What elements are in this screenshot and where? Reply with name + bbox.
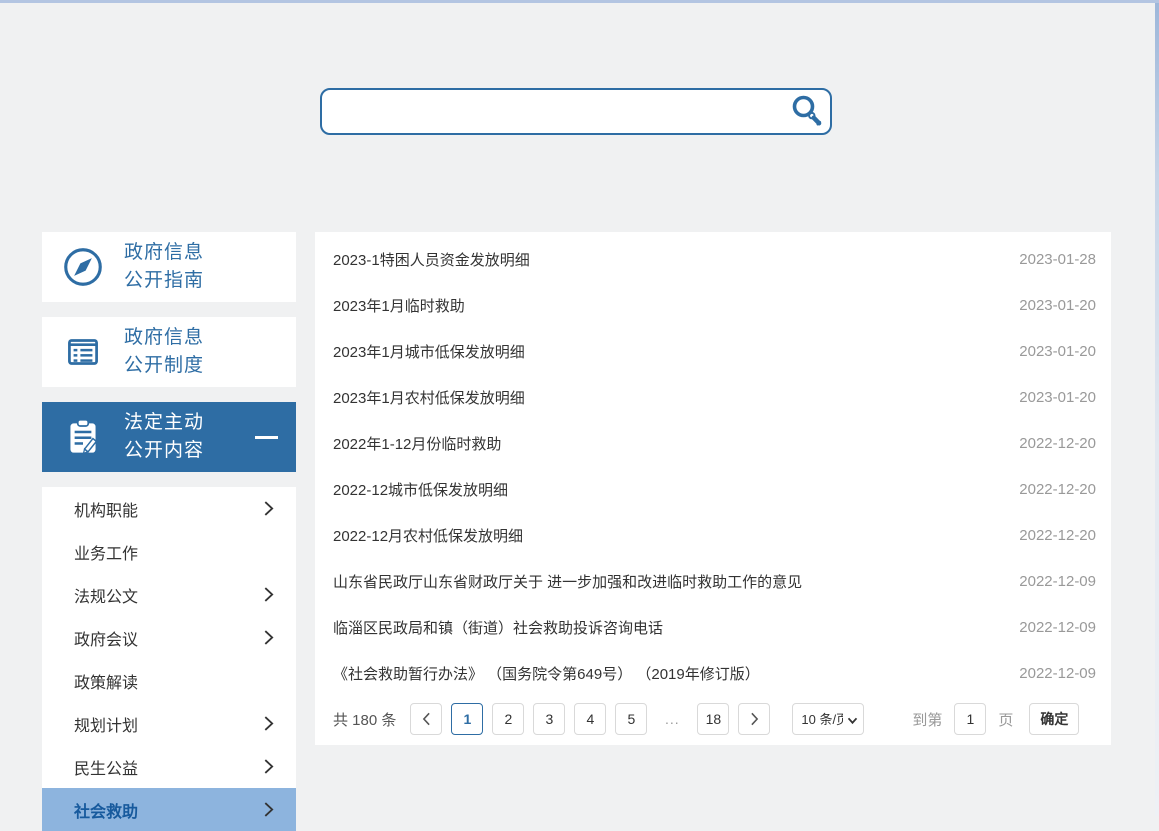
search-magnifier-key-icon — [789, 94, 825, 130]
page-right-edge-strip — [1155, 3, 1159, 816]
article-date: 2023-01-28 — [1019, 251, 1096, 268]
article-link[interactable]: 2023年1月农村低保发放明细 — [333, 387, 525, 408]
submenu-item[interactable]: 政策解读 — [42, 659, 296, 702]
submenu-item[interactable]: 社会救助 — [42, 788, 296, 831]
page-number-button[interactable]: 1 — [451, 703, 483, 735]
list-item: 2023年1月临时救助 2023-01-20 — [315, 282, 1111, 328]
article-date: 2022-12-20 — [1019, 435, 1096, 452]
submenu-item[interactable]: 政府会议 — [42, 616, 296, 659]
chevron-right-icon — [263, 715, 274, 732]
article-link[interactable]: 《社会救助暂行办法》 （国务院令第649号） （2019年修订版） — [333, 663, 760, 684]
total-count-label: 共 180 条 — [333, 709, 396, 730]
list-item: 2022-12城市低保发放明细 2022-12-20 — [315, 466, 1111, 512]
search-bar — [320, 88, 832, 135]
article-date: 2022-12-20 — [1019, 527, 1096, 544]
list-item: 2023-1特困人员资金发放明细 2023-01-28 — [315, 236, 1111, 282]
submenu-item-label: 规划计划 — [74, 712, 138, 736]
next-page-button[interactable] — [738, 703, 770, 735]
sidebar-label-line2: 公开指南 — [124, 267, 204, 295]
list-item: 2023年1月城市低保发放明细 2023-01-20 — [315, 328, 1111, 374]
article-date: 2022-12-09 — [1019, 573, 1096, 590]
article-link[interactable]: 临淄区民政局和镇（街道）社会救助投诉咨询电话 — [333, 617, 663, 638]
article-date: 2022-12-09 — [1019, 619, 1096, 636]
submenu-item[interactable]: 规划计划 — [42, 702, 296, 745]
article-date: 2022-12-09 — [1019, 665, 1096, 682]
goto-page-input[interactable] — [954, 703, 986, 735]
submenu-item[interactable]: 民生公益 — [42, 745, 296, 788]
search-button[interactable] — [784, 90, 830, 133]
minus-icon — [255, 436, 278, 439]
page-size-select[interactable]: 10 条/页 — [792, 703, 864, 735]
sidebar: 政府信息 公开指南 政府信息 公开制度 — [42, 232, 296, 831]
chevron-left-icon — [422, 712, 431, 726]
article-list-panel: 2023-1特困人员资金发放明细 2023-01-28 2023年1月临时救助 … — [315, 232, 1111, 745]
article-date: 2023-01-20 — [1019, 343, 1096, 360]
page-number-button[interactable]: ... — [656, 703, 688, 735]
sidebar-submenu: 机构职能 业务工作 法规公文 — [42, 487, 296, 831]
ledger-icon — [60, 329, 106, 375]
page-number-button[interactable]: 2 — [492, 703, 524, 735]
submenu-item-label: 民生公益 — [74, 755, 138, 779]
submenu-item[interactable]: 业务工作 — [42, 530, 296, 573]
page-number-button[interactable]: 4 — [574, 703, 606, 735]
chevron-right-icon — [263, 586, 274, 603]
chevron-right-icon — [263, 500, 274, 517]
submenu-item-label: 机构职能 — [74, 497, 138, 521]
submenu-item-label: 业务工作 — [74, 540, 138, 564]
list-item: 《社会救助暂行办法》 （国务院令第649号） （2019年修订版） 2022-1… — [315, 650, 1111, 696]
sidebar-label-line2: 公开内容 — [124, 437, 204, 465]
list-item: 临淄区民政局和镇（街道）社会救助投诉咨询电话 2022-12-09 — [315, 604, 1111, 650]
list-item: 2022-12月农村低保发放明细 2022-12-20 — [315, 512, 1111, 558]
sidebar-item-gov-info-guide[interactable]: 政府信息 公开指南 — [42, 232, 296, 302]
article-date: 2022-12-20 — [1019, 481, 1096, 498]
sidebar-label-line1: 政府信息 — [124, 239, 204, 267]
goto-suffix-label: 页 — [998, 709, 1013, 730]
submenu-item[interactable]: 机构职能 — [42, 487, 296, 530]
article-list: 2023-1特困人员资金发放明细 2023-01-28 2023年1月临时救助 … — [315, 236, 1111, 696]
goto-prefix-label: 到第 — [912, 709, 942, 730]
chevron-right-icon — [263, 801, 274, 818]
submenu-item-label: 社会救助 — [74, 798, 138, 822]
compass-icon — [60, 244, 106, 290]
pagination-bar: 共 180 条 1 2 3 4 5 ... 18 — [315, 703, 1111, 735]
page-number-button[interactable]: 3 — [533, 703, 565, 735]
list-item: 2023年1月农村低保发放明细 2023-01-20 — [315, 374, 1111, 420]
confirm-button[interactable]: 确定 — [1029, 703, 1079, 735]
goto-page-group: 到第 页 确定 — [912, 703, 1079, 735]
chevron-right-icon — [750, 712, 759, 726]
article-link[interactable]: 2023年1月临时救助 — [333, 295, 465, 316]
submenu-item-label: 政策解读 — [74, 669, 138, 693]
clipboard-pen-icon — [60, 414, 106, 460]
submenu-item-label: 法规公文 — [74, 583, 138, 607]
sidebar-label-line1: 政府信息 — [124, 324, 204, 352]
prev-page-button[interactable] — [410, 703, 442, 735]
top-accent-line — [0, 0, 1159, 3]
page-size-select-wrap: 10 条/页 — [792, 703, 864, 735]
article-link[interactable]: 2023年1月城市低保发放明细 — [333, 341, 525, 362]
article-link[interactable]: 2022-12城市低保发放明细 — [333, 479, 508, 500]
sidebar-item-statutory-disclosure[interactable]: 法定主动 公开内容 — [42, 402, 296, 472]
article-link[interactable]: 山东省民政厅山东省财政厅关于 进一步加强和改进临时救助工作的意见 — [333, 571, 802, 592]
page-number-buttons: 1 2 3 4 5 ... 18 — [451, 703, 738, 735]
article-link[interactable]: 2022-12月农村低保发放明细 — [333, 525, 523, 546]
search-input[interactable] — [322, 90, 784, 133]
chevron-right-icon — [263, 758, 274, 775]
article-link[interactable]: 2022年1-12月份临时救助 — [333, 433, 501, 454]
page-number-button[interactable]: 18 — [697, 703, 729, 735]
page-number-button[interactable]: 5 — [615, 703, 647, 735]
sidebar-item-gov-info-system[interactable]: 政府信息 公开制度 — [42, 317, 296, 387]
submenu-item[interactable]: 法规公文 — [42, 573, 296, 616]
article-link[interactable]: 2023-1特困人员资金发放明细 — [333, 249, 530, 270]
sidebar-label-line2: 公开制度 — [124, 352, 204, 380]
article-date: 2023-01-20 — [1019, 389, 1096, 406]
chevron-right-icon — [263, 629, 274, 646]
list-item: 山东省民政厅山东省财政厅关于 进一步加强和改进临时救助工作的意见 2022-12… — [315, 558, 1111, 604]
list-item: 2022年1-12月份临时救助 2022-12-20 — [315, 420, 1111, 466]
sidebar-label-line1: 法定主动 — [124, 409, 204, 437]
submenu-item-label: 政府会议 — [74, 626, 138, 650]
article-date: 2023-01-20 — [1019, 297, 1096, 314]
